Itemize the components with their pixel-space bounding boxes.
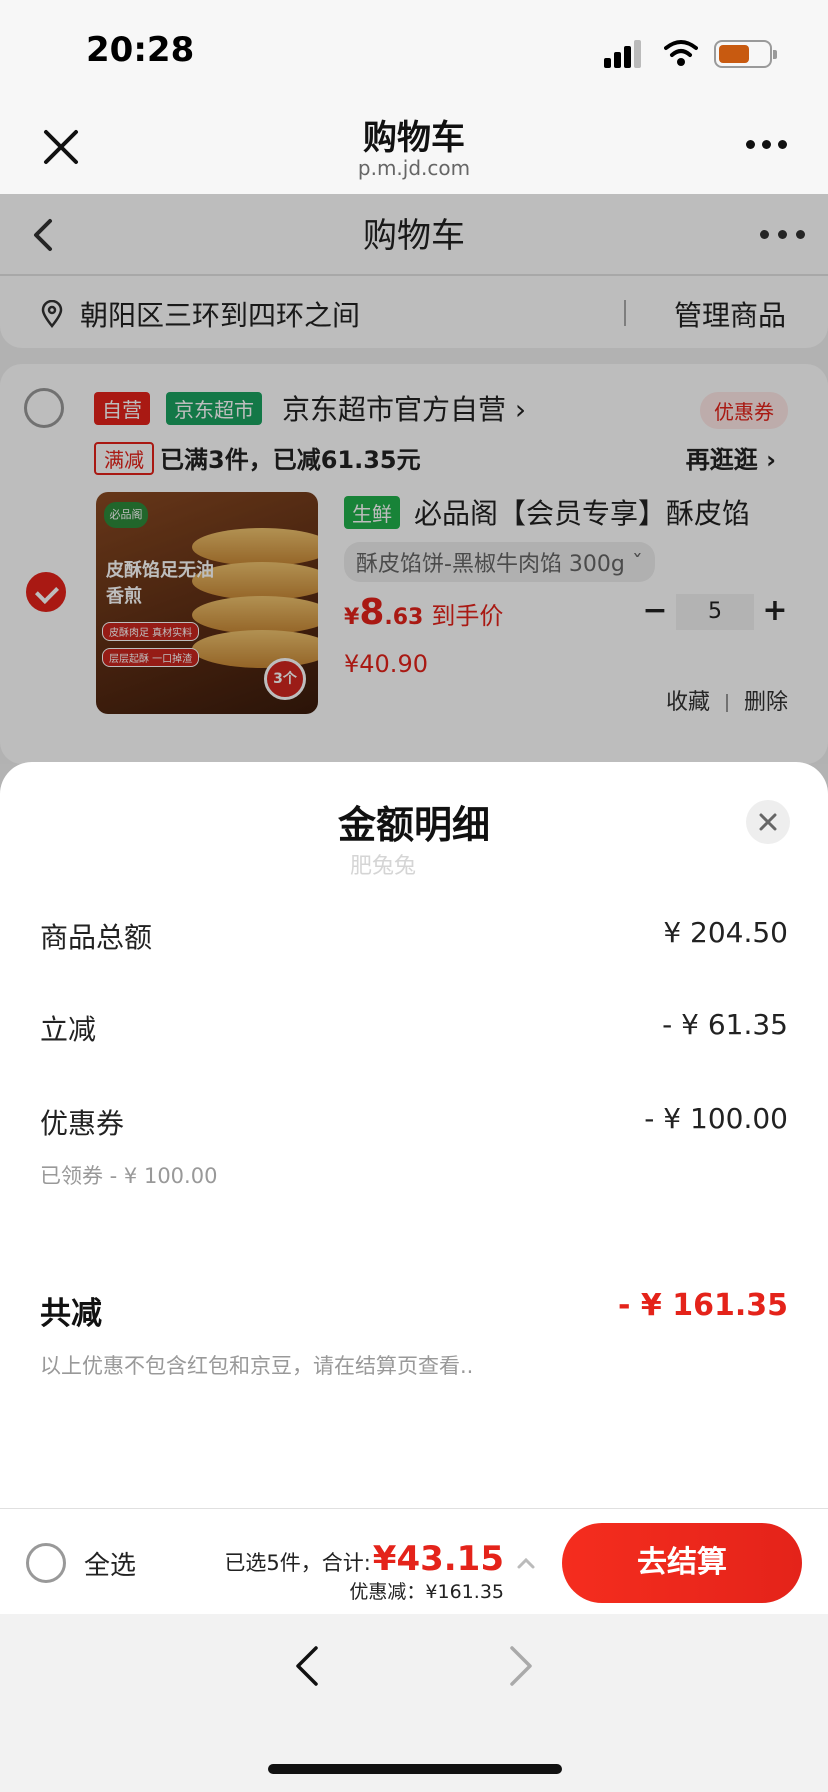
select-all-radio[interactable] — [26, 1543, 66, 1583]
battery-icon — [714, 40, 777, 68]
more-icon[interactable] — [746, 140, 788, 152]
goods-total-value: ¥ 204.50 — [663, 916, 788, 949]
total-discount-value: - ¥ 161.35 — [618, 1288, 788, 1323]
amount-detail-sheet: 金额明细 肥兔兔 商品总额 ¥ 204.50 立减 - ¥ 61.35 优惠券 … — [0, 762, 828, 1510]
back-arrow-icon[interactable] — [294, 1644, 320, 1688]
discount-summary: 优惠减：¥161.35 — [349, 1581, 504, 1603]
wifi-icon — [664, 40, 698, 66]
forward-arrow-icon[interactable] — [508, 1644, 534, 1688]
sheet-title: 金额明细 — [337, 803, 490, 847]
instant-discount-value: - ¥ 61.35 — [662, 1008, 788, 1041]
home-indicator[interactable] — [268, 1764, 562, 1774]
webview-title: 购物车 — [363, 118, 465, 158]
browser-nav-bar — [0, 1614, 828, 1792]
coupon-label: 优惠券 — [40, 1107, 125, 1140]
coupon-value: - ¥ 100.00 — [644, 1102, 788, 1135]
total-amount: ¥43.15 — [372, 1539, 504, 1579]
total-note: 以上优惠不包含红包和京豆，请在结算页查看.. — [40, 1354, 474, 1378]
total-discount-label: 共减 — [40, 1296, 102, 1332]
watermark: 肥兔兔 — [350, 854, 417, 879]
webview-url: p.m.jd.com — [357, 156, 471, 180]
select-all-label[interactable]: 全选 — [84, 1545, 136, 1582]
cellular-signal-icon — [604, 40, 646, 68]
modal-overlay[interactable] — [0, 194, 828, 794]
coupon-detail: 已领券 - ¥ 100.00 — [40, 1164, 218, 1188]
close-sheet-icon[interactable] — [746, 800, 790, 844]
status-time: 20:28 — [86, 30, 195, 70]
goods-total-label: 商品总额 — [40, 921, 153, 954]
chevron-up-icon[interactable] — [516, 1553, 536, 1573]
summary-line: 已选5件，合计:¥43.15 — [224, 1539, 504, 1579]
instant-discount-label: 立减 — [40, 1013, 97, 1046]
webview-header: 购物车 p.m.jd.com — [0, 100, 828, 194]
status-bar: 20:28 — [0, 0, 828, 100]
selected-count: 已选5件，合计: — [224, 1551, 371, 1575]
checkout-button[interactable]: 去结算 — [562, 1523, 802, 1603]
checkout-bar: 全选 已选5件，合计:¥43.15 优惠减：¥161.35 去结算 — [0, 1508, 828, 1614]
